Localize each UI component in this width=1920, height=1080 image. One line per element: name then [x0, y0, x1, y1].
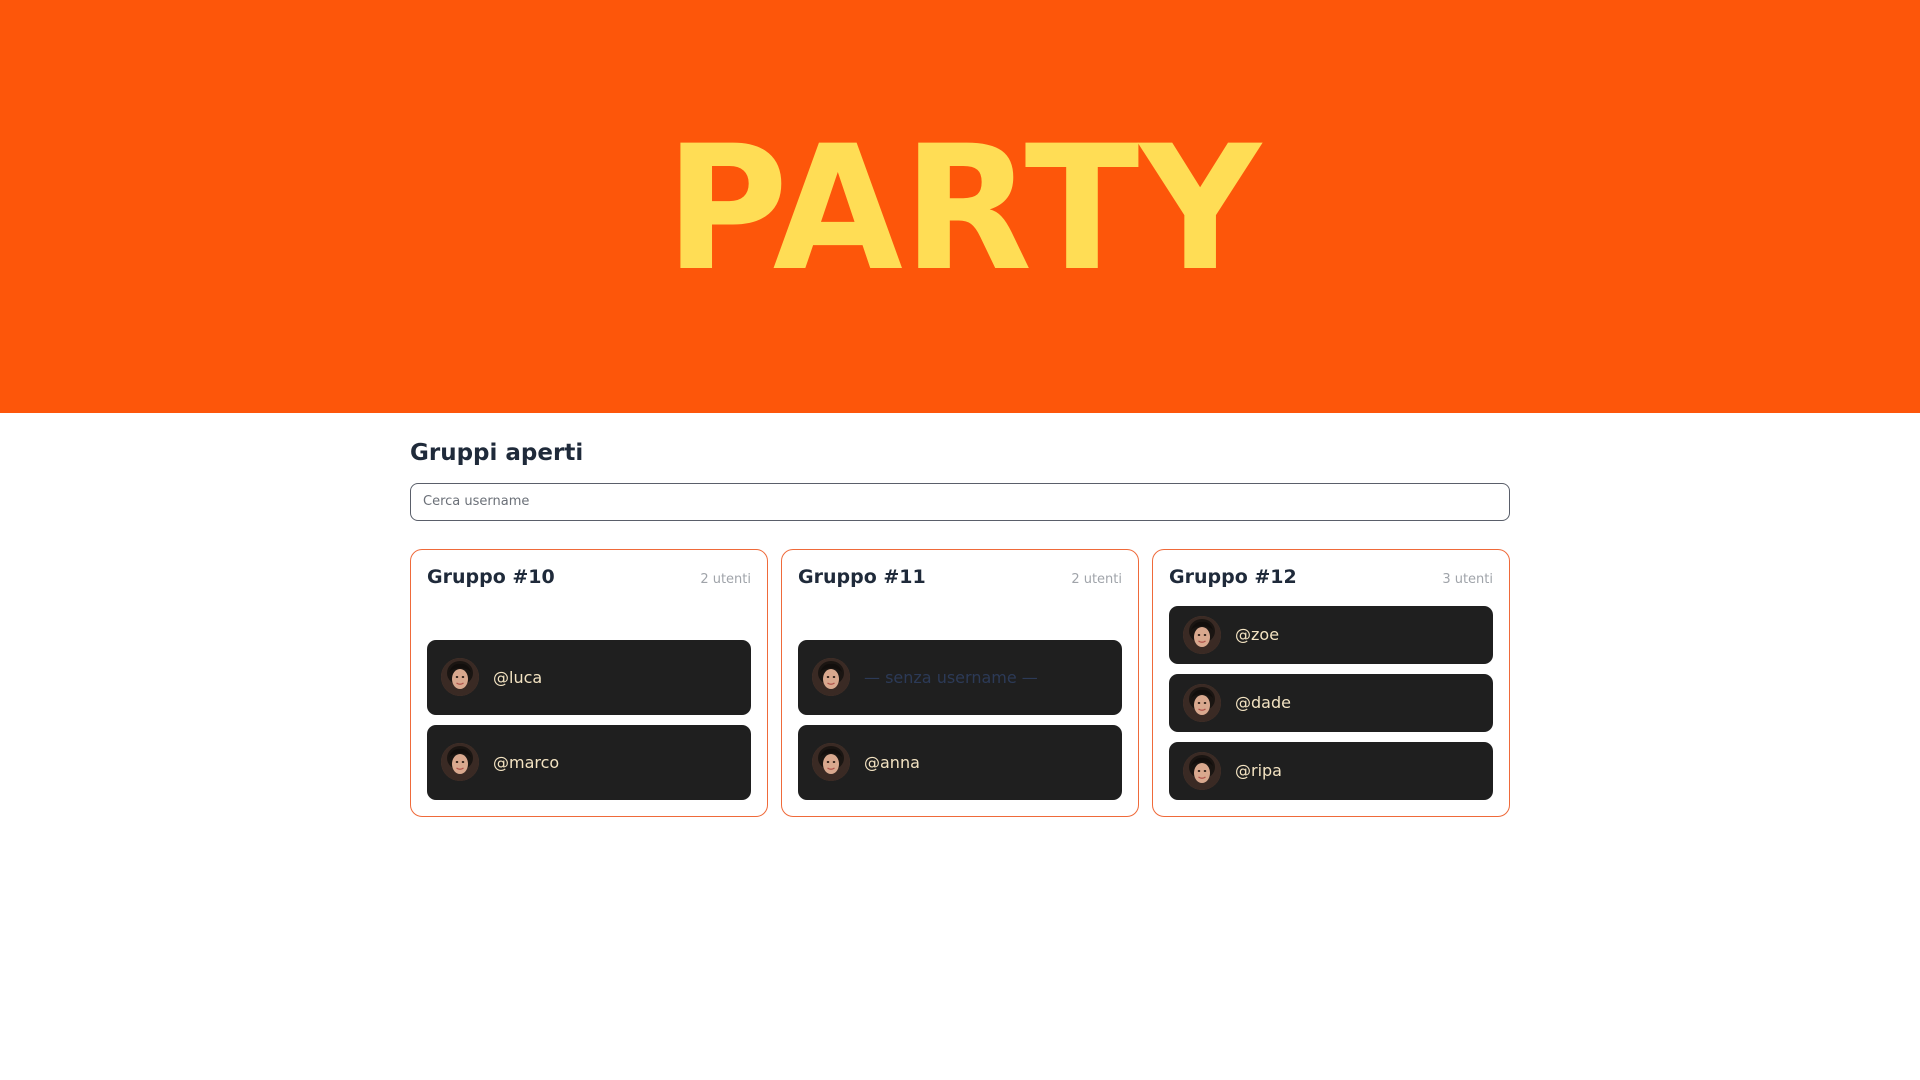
member-item[interactable]: @luca [427, 639, 751, 715]
member-item[interactable]: @marco [427, 724, 751, 800]
party-logo: PARTY [662, 128, 1264, 273]
page-title: Gruppi aperti [410, 440, 584, 466]
member-username: @ripa [1235, 761, 1282, 781]
hero-banner: PARTY [0, 0, 1920, 413]
group-card[interactable]: Gruppo #10 2 utenti @luca @marco [410, 548, 768, 817]
member-username: @marco [493, 752, 560, 772]
member-item[interactable]: — senza username — [798, 639, 1122, 715]
group-user-count: 2 utenti [700, 571, 751, 587]
member-username-missing: — senza username — [864, 667, 1038, 687]
group-user-count: 3 utenti [1442, 571, 1493, 587]
group-header: Gruppo #10 2 utenti [427, 566, 751, 598]
member-list: — senza username — @anna [798, 639, 1122, 800]
group-header: Gruppo #11 2 utenti [798, 566, 1122, 598]
avatar-icon [812, 658, 850, 697]
group-title: Gruppo #12 [1169, 565, 1297, 588]
member-list: @luca @marco [427, 639, 751, 800]
party-logo-text: PARTY [665, 128, 1263, 273]
avatar-icon [1183, 615, 1221, 654]
member-username: @dade [1235, 693, 1291, 713]
groups-list: Gruppo #10 2 utenti @luca @marco Gruppo … [410, 548, 1510, 817]
avatar-icon [1183, 751, 1221, 790]
avatar-icon [441, 658, 479, 697]
member-item[interactable]: @anna [798, 724, 1122, 800]
member-item[interactable]: @ripa [1169, 741, 1493, 800]
group-user-count: 2 utenti [1071, 571, 1122, 587]
member-username: @luca [493, 667, 543, 687]
group-title: Gruppo #10 [427, 565, 555, 588]
group-title: Gruppo #11 [798, 565, 926, 588]
search-username-input[interactable] [410, 482, 1510, 521]
group-card[interactable]: Gruppo #11 2 utenti — senza username — @… [781, 548, 1139, 817]
member-username: @zoe [1235, 625, 1280, 645]
member-list: @zoe @dade @ripa [1169, 605, 1493, 800]
group-card[interactable]: Gruppo #12 3 utenti @zoe @dade @ripa [1152, 548, 1510, 817]
party-logo-graphic: PARTY [665, 128, 1263, 273]
avatar-icon [1183, 683, 1221, 722]
group-header: Gruppo #12 3 utenti [1169, 566, 1493, 598]
member-username: @anna [864, 752, 920, 772]
avatar-icon [812, 743, 850, 782]
avatar-icon [441, 743, 479, 782]
main-content: Gruppi aperti Gruppo #10 2 utenti @luca [410, 413, 1510, 817]
member-item[interactable]: @dade [1169, 673, 1493, 732]
member-item[interactable]: @zoe [1169, 605, 1493, 664]
